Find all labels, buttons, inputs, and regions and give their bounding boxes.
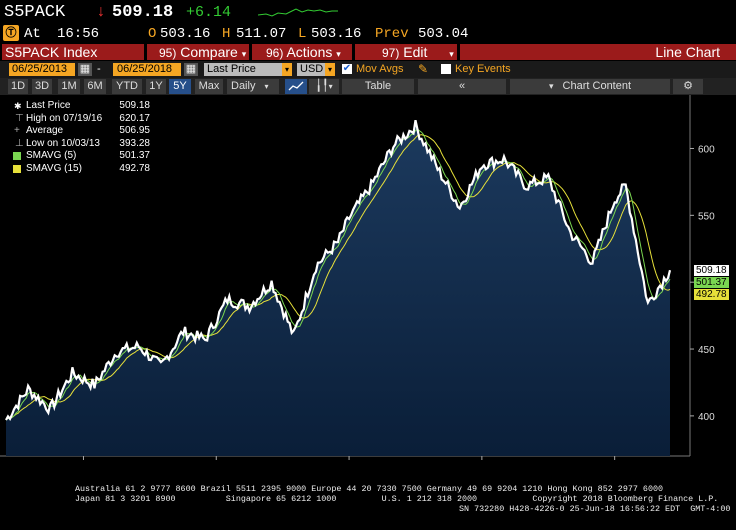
key-events-checkbox[interactable]: [441, 64, 451, 74]
down-arrow-icon: ↓: [97, 3, 105, 20]
legend-high: ⊤ High on 07/19/16 620.17: [15, 112, 150, 124]
period-5y[interactable]: 5Y: [169, 79, 191, 94]
footer-contacts-line1: Australia 61 2 9777 8600 Brazil 5511 239…: [75, 484, 664, 494]
chevron-down-icon: ▾: [336, 49, 341, 59]
footer-serial-line: SN 732280 H428-4226-0 25-Jun-18 16:56:22…: [459, 504, 731, 514]
calendar-icon[interactable]: ▦: [78, 63, 92, 76]
legend-low: ⊥ Low on 10/03/13 393.28: [15, 137, 150, 149]
key-events-label: Key Events: [455, 63, 511, 75]
compare-label: Compare: [180, 44, 238, 60]
footer: Australia 61 2 9777 8600 Brazil 5511 239…: [0, 484, 736, 530]
legend-sma15: SMAVG (15) 492.78: [6, 163, 154, 176]
chart-content-button[interactable]: ▾ Chart Content: [510, 79, 670, 94]
mov-avgs-label: Mov Avgs: [356, 63, 404, 75]
chart-type-label: Line Chart: [460, 44, 736, 60]
sma5-tag: 501.37: [694, 277, 729, 288]
low-label: L: [298, 26, 307, 42]
end-date-input[interactable]: 06/25/2018: [113, 63, 181, 76]
chevron-down-icon: ▾: [264, 82, 269, 91]
prev-value: 503.04: [418, 26, 469, 42]
high-value: 511.07: [236, 26, 287, 42]
edit-number: 97): [382, 46, 400, 60]
y-tick-label: 400: [698, 412, 715, 423]
legend-sma5: SMAVG (5) 501.37: [6, 150, 154, 163]
chart-controls-bar: 06/25/2013 ▦ - 06/25/2018 ▦ Last Price ▾…: [0, 61, 736, 78]
gear-icon[interactable]: ⚙: [673, 79, 703, 94]
period-1m[interactable]: 1M: [58, 79, 80, 94]
chevron-down-icon: ▾: [449, 49, 454, 59]
security-field[interactable]: S5PACK Index: [2, 44, 144, 60]
open-label: O: [148, 26, 157, 42]
field-select[interactable]: Last Price: [204, 63, 292, 76]
trade-lock-icon: Ⓣ: [3, 25, 19, 41]
actions-label: Actions: [286, 44, 333, 60]
swatch-yellow-icon: [13, 164, 21, 173]
period-max[interactable]: Max: [195, 79, 223, 94]
swatch-green-icon: [13, 152, 21, 160]
period-3d[interactable]: 3D: [32, 79, 52, 94]
sma15-tag: 492.78: [694, 289, 729, 300]
y-tick-label: 600: [698, 144, 715, 155]
frequency-text: Daily: [231, 80, 256, 92]
compare-number: 95): [159, 46, 177, 60]
line-chart-icon[interactable]: [285, 79, 307, 94]
open-value: 503.16: [160, 26, 211, 42]
tick-icon: ⊤: [15, 112, 24, 124]
last-price: 509.18: [112, 3, 174, 22]
footer-contacts-line2: Japan 81 3 3201 8900 Singapore 65 6212 1…: [75, 494, 719, 504]
low-value: 503.16: [311, 26, 362, 42]
y-tick-label: 550: [698, 211, 715, 222]
period-6m[interactable]: 6M: [84, 79, 106, 94]
quote-header: S5PACK ↓ 509.18 +6.14: [0, 0, 736, 24]
edit-button[interactable]: 97) Edit ▾: [355, 44, 457, 60]
pencil-icon[interactable]: ✎: [418, 62, 428, 76]
start-date-input[interactable]: 06/25/2013: [9, 63, 75, 76]
actions-number: 96): [266, 46, 284, 60]
quote-detail-bar: Ⓣ At 16:56 O 503.16 H 511.07 L 503.16 Pr…: [0, 24, 736, 43]
start-date-text: 06/25/2013: [12, 63, 68, 75]
chart-content-text: Chart Content: [562, 80, 632, 92]
prev-label: Prev: [375, 26, 409, 42]
legend-last-price: ✱ Last Price 509.18: [14, 100, 150, 111]
table-button[interactable]: Table: [342, 79, 414, 94]
chart-legend: ✱ Last Price 509.18 ⊤ High on 07/19/16 6…: [6, 100, 154, 182]
actions-button[interactable]: 96) Actions ▾: [252, 44, 352, 60]
frequency-select[interactable]: Daily ▾: [227, 79, 279, 94]
period-ytd[interactable]: YTD: [112, 79, 142, 94]
last-price-tag: 509.18: [694, 265, 729, 276]
period-toolbar: 1D 3D 1M 6M YTD 1Y 5Y Max Daily ▾ ╽╿▾ Ta…: [0, 78, 736, 95]
chevron-down-icon[interactable]: ▾: [325, 63, 335, 76]
legend-average: + Average 506.95: [14, 125, 150, 136]
date-range-dash: -: [97, 63, 101, 75]
mov-avgs-checkbox[interactable]: ✔: [342, 64, 352, 74]
dropdown-arrow-icon: ▾: [548, 81, 554, 91]
at-label: At: [24, 26, 41, 42]
chevron-down-icon[interactable]: ▾: [282, 63, 292, 76]
tick-icon: ⊥: [15, 137, 24, 149]
edit-label: Edit: [403, 44, 428, 60]
chevron-down-icon: ▾: [241, 49, 247, 59]
period-1y[interactable]: 1Y: [146, 79, 166, 94]
function-menu-bar: S5PACK Index 95) Compare ▾ 96) Actions ▾…: [0, 43, 736, 61]
currency-text: USD: [300, 63, 324, 75]
quote-time: 16:56: [57, 26, 100, 42]
tick-icon: +: [14, 125, 20, 136]
security-name: S5PACK Index: [5, 44, 98, 60]
collapse-left-icon[interactable]: «: [418, 79, 506, 94]
field-text: Last Price: [207, 63, 256, 75]
high-label: H: [222, 26, 231, 42]
end-date-text: 06/25/2018: [117, 63, 173, 75]
sparkline-icon: [258, 8, 338, 17]
compare-button[interactable]: 95) Compare ▾: [147, 44, 249, 60]
star-icon: ✱: [14, 101, 22, 111]
price-change: +6.14: [186, 4, 232, 21]
ticker-symbol: S5PACK: [4, 3, 66, 22]
period-1d[interactable]: 1D: [8, 79, 28, 94]
bar-chart-icon[interactable]: ╽╿▾: [309, 79, 339, 94]
chart-type-text: Line Chart: [655, 44, 720, 60]
y-tick-label: 450: [698, 345, 715, 356]
calendar-icon[interactable]: ▦: [184, 63, 198, 76]
